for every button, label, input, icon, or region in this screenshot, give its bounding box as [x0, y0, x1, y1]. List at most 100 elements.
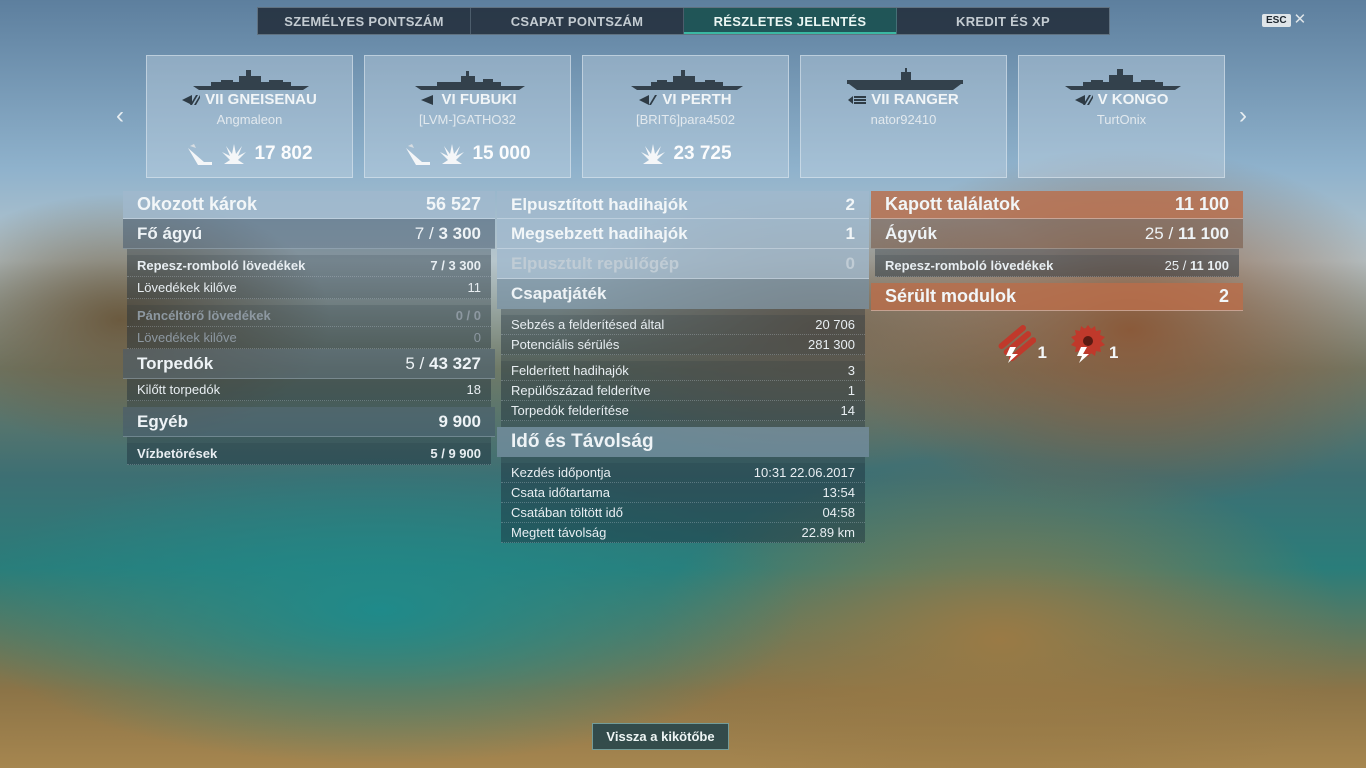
stat-row: Sebzés a felderítésed által 20 706 [501, 315, 865, 335]
destroyer-icon [420, 94, 433, 105]
he-fired-value: 11 [467, 280, 482, 295]
row-value: 281 300 [808, 337, 855, 352]
torpedo-hit-icon [406, 144, 431, 165]
ship-card[interactable]: VI PERTH [BRIT6]para4502 23 725 [582, 55, 789, 178]
player-name: TurtOnix [1096, 112, 1147, 127]
back-to-port-button[interactable]: Vissza a kikötőbe [592, 723, 729, 750]
ap-shells-value: 0 / 0 [455, 308, 481, 323]
he-shells-row: Repesz-romboló lövedékek 7 / 3 300 [127, 255, 491, 277]
row-label: Kezdés időpontja [511, 465, 611, 480]
hits-received-panel: Kapott találatok 11 100 Ágyúk 25 / 11 10… [871, 191, 1243, 363]
module-item: 1 [1067, 323, 1118, 363]
row-label: Repesz-romboló lövedékek [885, 258, 1054, 273]
row-label: Lövedékek kilőve [137, 280, 237, 295]
stat-row: Csatában töltött idő 04:58 [501, 503, 865, 523]
torpedoes-value: 5 / 43 327 [405, 353, 481, 373]
player-name: [BRIT6]para4502 [635, 112, 735, 127]
module-count: 1 [1037, 343, 1047, 362]
he-fired-row: Lövedékek kilőve 11 [127, 277, 491, 299]
row-label: Repesz-romboló lövedékek [137, 258, 306, 273]
main-guns-value: 7 / 3 300 [414, 223, 481, 243]
row-label: Lövedékek kilőve [137, 330, 237, 345]
tab-team-score[interactable]: CSAPAT PONTSZÁM [471, 8, 684, 34]
player-name: [LVM-]GATHO32 [418, 112, 517, 127]
damaged-modules-header: Sérült modulok 2 [871, 283, 1243, 311]
damaged-modules-total: 2 [1218, 286, 1229, 306]
torpedoes-row: Torpedók 5 / 43 327 [123, 349, 495, 379]
damaged-ships-row: Megsebzett hadihajók 1 [497, 219, 869, 249]
planes-destroyed-row: Elpusztult repülőgép 0 [497, 249, 869, 279]
ship-card[interactable]: VII RANGER nator92410 [800, 55, 1007, 178]
destroyed-ships-row: Elpusztított hadihajók 2 [497, 191, 869, 219]
damage-icon [641, 144, 666, 164]
torpedoes-fired-value: 18 [466, 382, 481, 397]
ap-fired-row: Lövedékek kilőve 0 [127, 327, 491, 349]
he-received-row: Repesz-romboló lövedékek 25 / 11 100 [875, 255, 1239, 277]
stat-row: Potenciális sérülés 281 300 [501, 335, 865, 355]
he-received-value: 25 / 11 100 [1164, 258, 1229, 273]
damaged-modules-list: 1 1 [871, 323, 1243, 363]
main-guns-row: Fő ágyú 7 / 3 300 [123, 219, 495, 249]
row-value: 1 [847, 383, 855, 398]
damage-icon [440, 144, 465, 164]
torpedo-hit-icon [188, 144, 213, 165]
carrier-icon [848, 95, 867, 104]
close-icon[interactable]: ✕ [1294, 12, 1307, 27]
row-label: Potenciális sérülés [511, 337, 620, 352]
esc-key-label: ESC [1262, 13, 1291, 27]
ship-name: VII RANGER [871, 91, 959, 108]
row-value: 10:31 22.06.2017 [753, 465, 855, 480]
row-label: Csatában töltött idő [511, 505, 624, 520]
ship-name: VII GNEISENAU [205, 91, 317, 108]
row-label: Elpusztított hadihajók [511, 194, 688, 214]
row-label: Sebzés a felderítésed által [511, 317, 665, 332]
ship-card[interactable]: VII GNEISENAU Angmaleon 17 802 [146, 55, 353, 178]
row-label: Páncéltörő lövedékek [137, 308, 271, 323]
damage-total: 56 527 [425, 194, 481, 214]
damage-dealt-header: Okozott károk 56 527 [123, 191, 495, 219]
row-label: Elpusztult repülőgép [511, 253, 680, 273]
row-label: Csata időtartama [511, 485, 610, 500]
stat-row: Torpedók felderítése 14 [501, 401, 865, 421]
module-count: 1 [1109, 343, 1119, 362]
time-distance-header: Idő és Távolság [497, 427, 869, 457]
damage-icon [222, 144, 247, 164]
stat-row: Repülőszázad felderítve 1 [501, 381, 865, 401]
row-label: Fő ágyú [137, 223, 203, 243]
ship-silhouette-icon [415, 71, 525, 90]
section-title: Idő és Távolság [511, 431, 654, 452]
row-label: Kilőtt torpedók [137, 382, 221, 397]
row-value: 13:54 [822, 485, 855, 500]
row-label: Torpedók [137, 353, 214, 373]
ship-card[interactable]: VI FUBUKI [LVM-]GATHO32 15 000 [364, 55, 571, 178]
carousel-prev-button[interactable]: ‹ [116, 104, 124, 128]
cruiser-icon [639, 94, 658, 105]
row-value: 04:58 [822, 505, 855, 520]
ship-name: V KONGO [1097, 91, 1169, 108]
panel-title: Sérült modulok [885, 286, 1017, 306]
ship-card[interactable]: V KONGO TurtOnix [1018, 55, 1225, 178]
stat-row: Csata időtartama 13:54 [501, 483, 865, 503]
damage-dealt-panel: Okozott károk 56 527 Fő ágyú 7 / 3 300 R… [123, 191, 495, 465]
tab-credits-xp[interactable]: KREDIT ÉS XP [897, 8, 1109, 34]
row-label: Torpedók felderítése [511, 403, 629, 418]
tab-personal-score[interactable]: SZEMÉLYES PONTSZÁM [258, 8, 471, 34]
torpedoes-fired-row: Kilőtt torpedók 18 [127, 379, 491, 401]
carousel-next-button[interactable]: › [1239, 104, 1247, 128]
row-label: Vízbetörések [137, 446, 218, 461]
achievement-value: 15 000 [472, 143, 531, 164]
player-name: nator92410 [870, 112, 937, 127]
close-button[interactable]: ESC ✕ [1262, 12, 1307, 27]
row-value: 3 [847, 363, 855, 378]
flooding-row: Vízbetörések 5 / 9 900 [127, 443, 491, 465]
row-label: Ágyúk [885, 223, 937, 243]
ship-silhouette-icon [1065, 69, 1181, 90]
row-label: Megsebzett hadihajók [511, 223, 688, 243]
guns-received-row: Ágyúk 25 / 11 100 [871, 219, 1243, 249]
row-value: 20 706 [815, 317, 855, 332]
achievement-value: 23 725 [673, 143, 732, 164]
other-damage-row: Egyéb 9 900 [123, 407, 495, 437]
tab-detailed-report[interactable]: RÉSZLETES JELENTÉS [684, 8, 897, 34]
hits-received-header: Kapott találatok 11 100 [871, 191, 1243, 219]
ship-silhouette-icon [631, 70, 743, 90]
